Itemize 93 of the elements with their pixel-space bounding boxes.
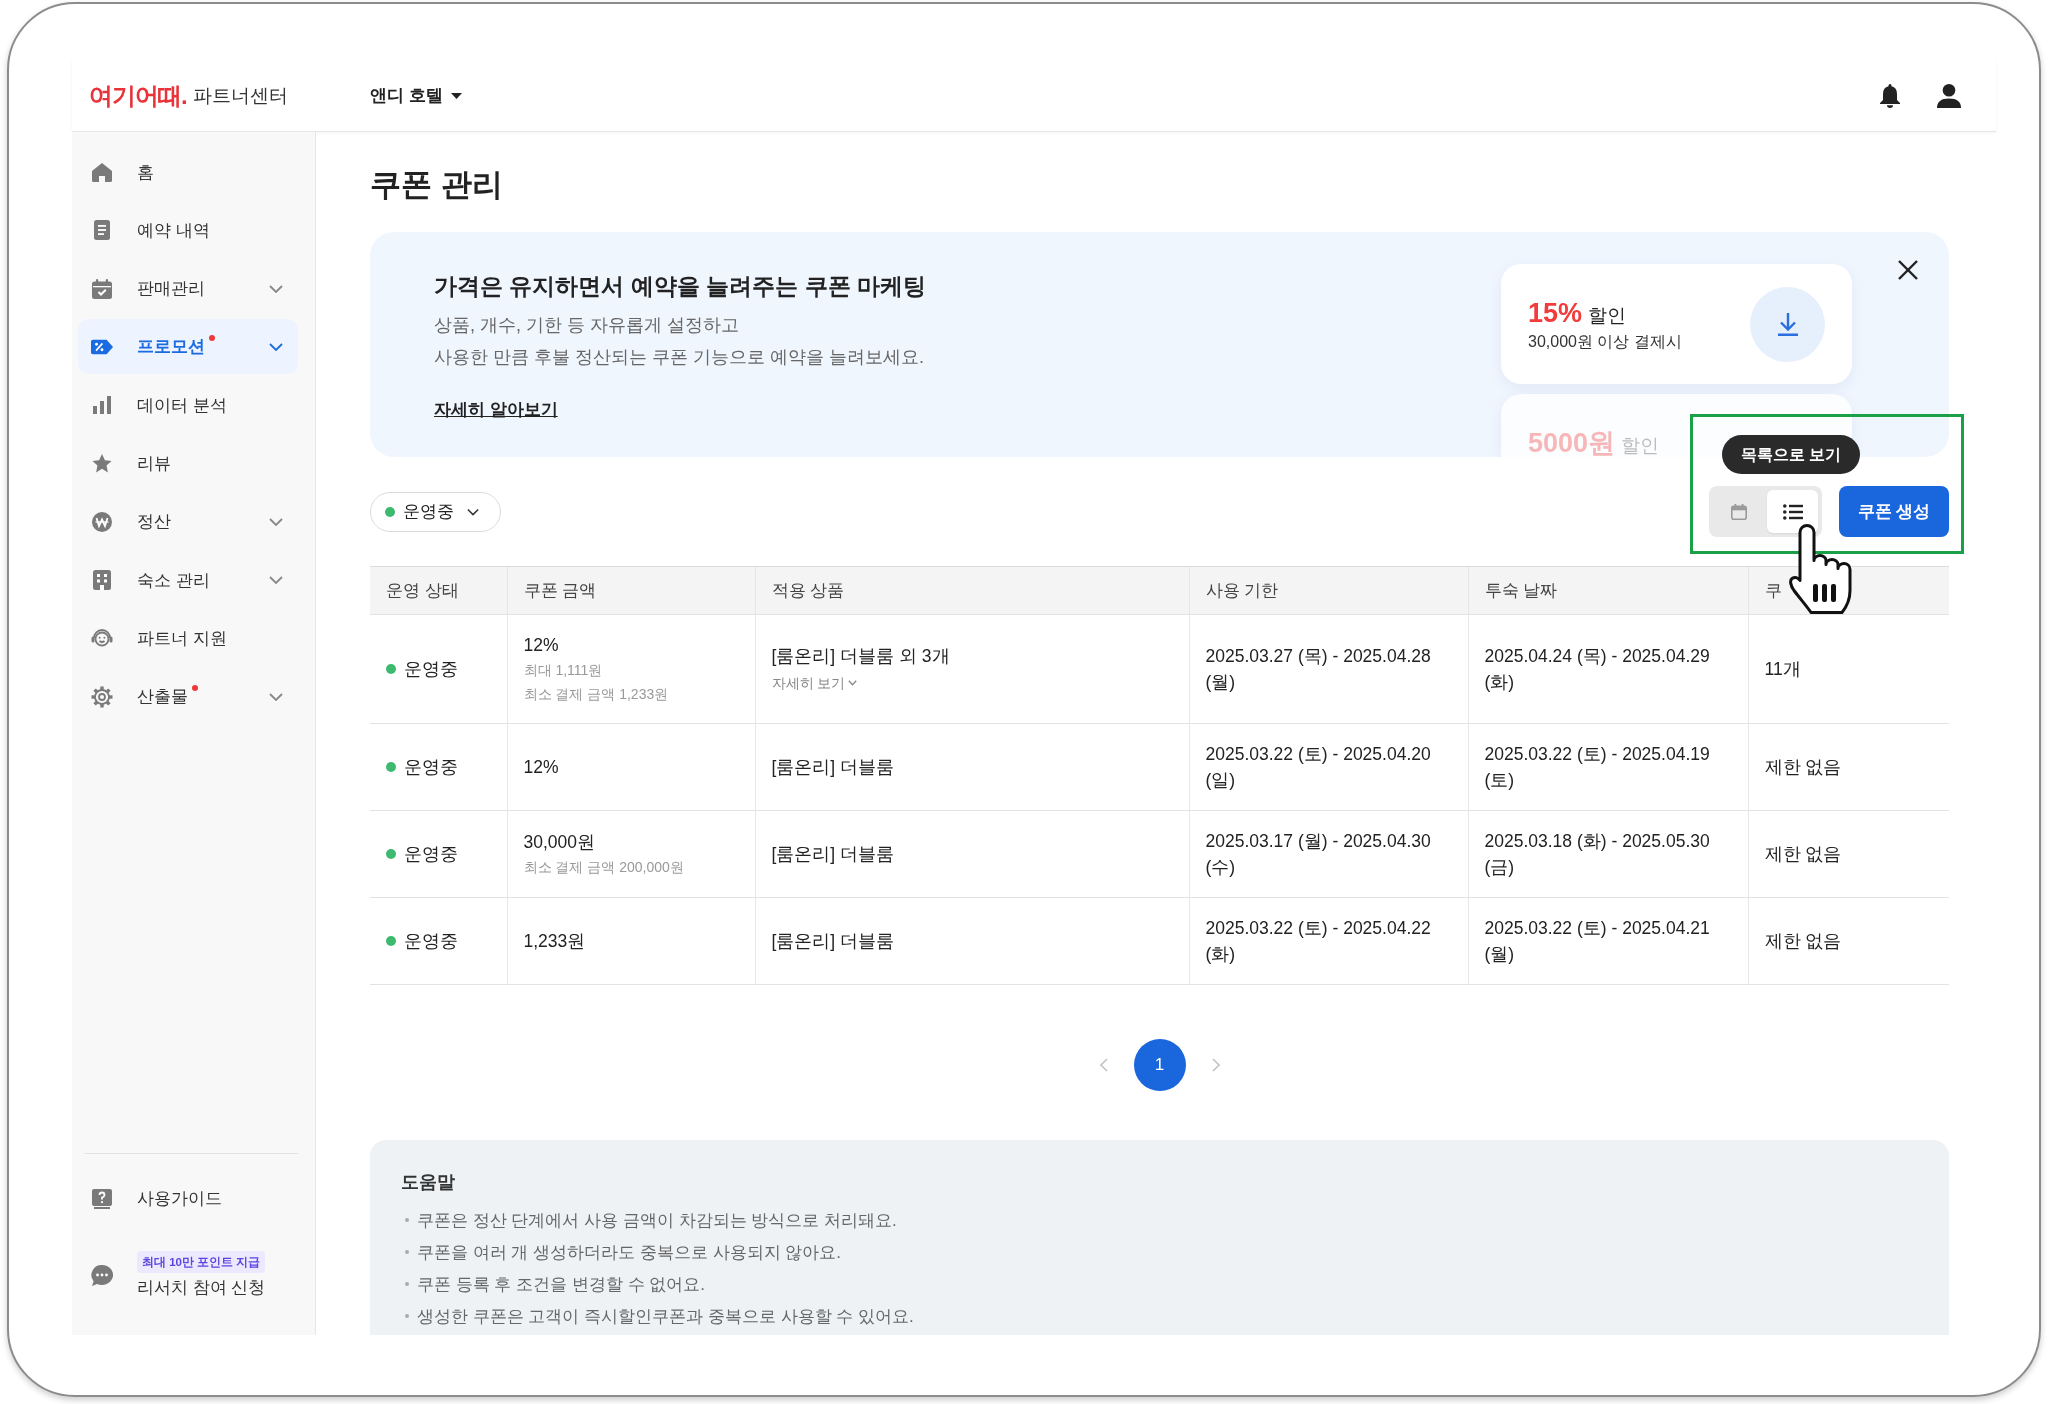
chevron-down-icon <box>467 507 479 516</box>
stay-dates: 2025.03.18 (화) - 2025.05.30 (금) <box>1484 830 1711 879</box>
banner-title: 가격은 유지하면서 예약을 늘려주는 쿠폰 마케팅 <box>434 272 926 301</box>
bullet-icon <box>405 1282 409 1286</box>
details-link[interactable]: 자세히 보기 <box>771 671 858 695</box>
help-book-icon <box>92 1188 112 1209</box>
coupon-amount: 12% <box>523 634 560 657</box>
table-cell-text: 제한 없음 <box>1764 930 1843 953</box>
status-text: 운영중 <box>404 930 458 953</box>
sidebar-item[interactable]: 정산 <box>78 494 298 550</box>
discount-amount: 15% <box>1528 300 1583 326</box>
bullet-icon <box>405 1314 409 1318</box>
help-text: 쿠폰을 여러 개 생성하더라도 중복으로 사용되지 않아요. <box>417 1241 842 1264</box>
column-header: 투숙 날짜 <box>1468 566 1748 615</box>
create-coupon-button[interactable]: 쿠폰 생성 <box>1839 486 1949 537</box>
column-header: 운영 상태 <box>370 566 507 615</box>
caret-icon <box>450 92 462 99</box>
sidebar-item[interactable]: 홈 <box>78 144 298 200</box>
learn-more-link[interactable]: 자세히 알아보기 <box>434 397 558 423</box>
calendar-check-icon <box>92 278 112 299</box>
usage-period: 2025.03.27 (목) - 2025.04.28 (월) <box>1205 645 1432 694</box>
stay-dates: 2025.04.24 (목) - 2025.04.29 (화) <box>1484 645 1711 694</box>
home-icon <box>92 162 112 182</box>
status-text: 운영중 <box>404 843 458 866</box>
user-profile-icon[interactable] <box>1937 83 1961 108</box>
discount-condition: 30,000원 이상 결제시 <box>1528 332 1682 352</box>
logo-subtitle: 파트너센터 <box>192 83 288 108</box>
coupon-amount: 30,000원 <box>523 831 597 854</box>
product-name: [룸온리] 더블룸 외 3개 <box>771 645 951 668</box>
chat-bubble-icon <box>91 1264 113 1286</box>
product-name: [룸온리] 더블룸 <box>771 756 896 779</box>
discount-label: 할인 <box>1621 434 1660 457</box>
sidebar-item[interactable]: 데이터 분석 <box>78 377 298 433</box>
percent-tag-icon <box>91 338 113 355</box>
column-header: 쿠폰 금액 <box>507 566 755 615</box>
bullet-icon <box>405 1218 409 1222</box>
help-text: 쿠폰은 정산 단계에서 사용 금액이 차감되는 방식으로 처리돼요. <box>417 1209 897 1232</box>
settings-icon <box>91 685 113 708</box>
star-icon <box>92 454 112 473</box>
usage-period: 2025.03.17 (월) - 2025.04.30 (수) <box>1205 830 1432 879</box>
usage-period: 2025.03.22 (토) - 2025.04.22 (화) <box>1205 917 1432 966</box>
notification-bell-icon[interactable] <box>1880 83 1900 108</box>
bar-chart-icon <box>93 396 111 415</box>
column-header: 적용 상품 <box>755 566 1189 615</box>
won-coin-icon <box>92 511 112 532</box>
sidebar-item[interactable]: 숙소 관리 <box>78 552 298 608</box>
help-text: 쿠폰 등록 후 조건을 변경할 수 없어요. <box>417 1273 706 1296</box>
document-icon <box>94 220 110 241</box>
status-text: 운영중 <box>404 658 458 681</box>
coupon-amount: 12% <box>523 756 560 779</box>
product-name: [룸온리] 더블룸 <box>771 930 896 953</box>
list-icon <box>1782 503 1803 520</box>
logo[interactable]: 여기어때. <box>89 79 187 112</box>
product-name: [룸온리] 더블룸 <box>771 843 896 866</box>
sidebar-item[interactable]: 예약 내역 <box>78 202 298 258</box>
download-icon <box>1777 312 1798 336</box>
page-button[interactable]: 1 <box>1133 1039 1186 1091</box>
usage-period: 2025.03.22 (토) - 2025.04.20 (일) <box>1205 743 1432 792</box>
tooltip: 목록으로 보기 <box>1722 435 1861 474</box>
sidebar-item[interactable]: 판매관리 <box>78 261 298 317</box>
status-text: 운영중 <box>404 756 458 779</box>
help-title: 도움말 <box>401 1171 456 1194</box>
building-icon <box>93 570 111 591</box>
sidebar-item[interactable]: 사용가이드 <box>78 1171 298 1226</box>
research-link[interactable]: 리서치 참여 신청 <box>137 1277 266 1299</box>
table-cell-text: 제한 없음 <box>1764 756 1843 779</box>
chevron-down-icon <box>848 680 858 686</box>
page-title: 쿠폰 관리 <box>370 166 504 204</box>
points-badge: 최대 10만 포인트 지급 <box>137 1251 266 1273</box>
table-cell-text: 11개 <box>1764 658 1802 681</box>
coupon-amount: 1,233원 <box>523 930 587 953</box>
close-icon[interactable] <box>1898 260 1918 280</box>
discount-label: 할인 <box>1588 304 1627 328</box>
table-cell-text: 제한 없음 <box>1764 843 1843 866</box>
hand-cursor-icon <box>1789 524 1855 614</box>
stay-dates: 2025.03.22 (토) - 2025.04.21 (월) <box>1484 917 1711 966</box>
help-text: 생성한 쿠폰은 고객이 즉시할인쿠폰과 중복으로 사용할 수 있어요. <box>417 1305 914 1328</box>
amount-note: 최소 결제 금액 200,000원 <box>523 858 685 877</box>
bullet-icon <box>405 1250 409 1254</box>
column-header: 사용 기한 <box>1189 566 1468 615</box>
amount-note: 최대 1,111원 <box>523 661 604 680</box>
discount-amount: 5000원 <box>1528 430 1616 456</box>
stay-dates: 2025.03.22 (토) - 2025.04.19 (토) <box>1484 743 1711 792</box>
amount-note: 최소 결제 금액 1,233원 <box>523 685 670 704</box>
banner-description: 상품, 개수, 기한 등 자유롭게 설정하고 사용한 만큼 후불 정산되는 쿠폰 기능으로 예약을 늘려보세요. <box>434 314 924 369</box>
sidebar-item[interactable]: 산출물 <box>78 669 298 725</box>
calendar-icon <box>1730 503 1747 520</box>
sidebar-item[interactable]: 파트너 지원 <box>78 610 298 666</box>
sidebar-item[interactable]: 프로모션 <box>78 319 298 375</box>
property-selector[interactable]: 앤디 호텔 <box>370 84 462 107</box>
headset-icon <box>91 628 113 649</box>
sidebar-item[interactable]: 리뷰 <box>78 436 298 491</box>
status-filter[interactable]: 운영중 <box>370 491 501 532</box>
